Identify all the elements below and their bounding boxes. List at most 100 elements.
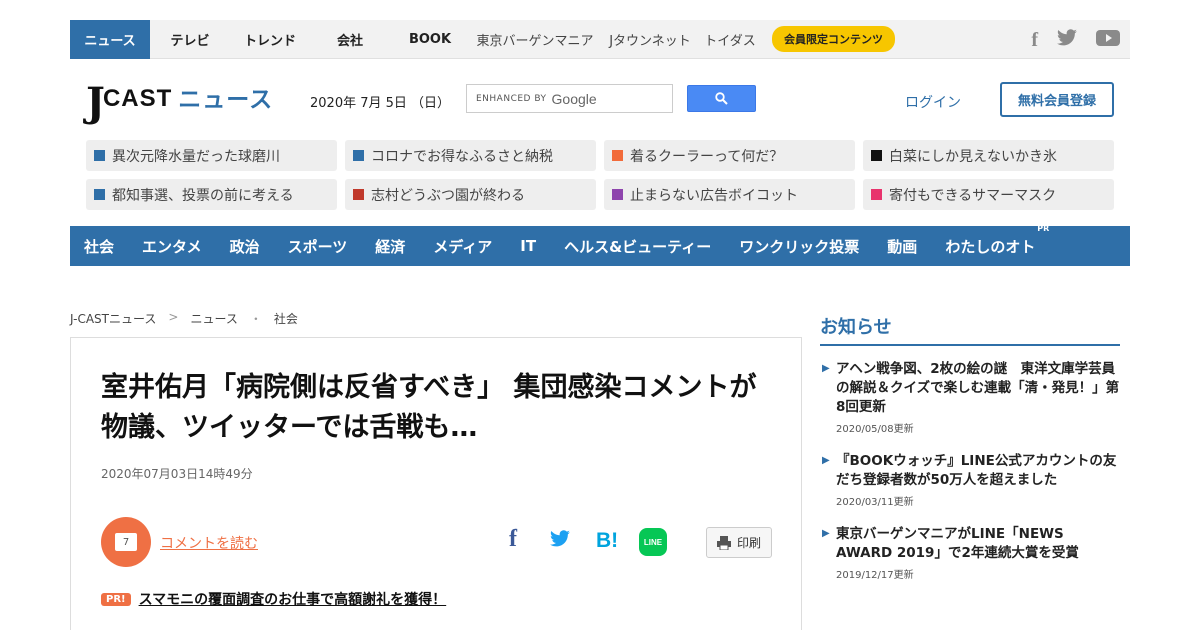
print-button[interactable]: 印刷 bbox=[706, 527, 772, 558]
nav-item-health[interactable]: ヘルス&ビューティー bbox=[564, 236, 711, 257]
nav-item-politics[interactable]: 政治 bbox=[230, 236, 260, 257]
topic-marker bbox=[353, 150, 364, 161]
topic-label: 異次元降水量だった球磨川 bbox=[112, 148, 280, 165]
topic-item[interactable]: 寄付もできるサマーマスク bbox=[863, 179, 1114, 210]
pr-superscript: PR bbox=[1037, 223, 1050, 233]
topic-marker bbox=[94, 189, 105, 200]
article-card: 室井佑月「病院側は反省すべき」 集団感染コメントが物議、ツイッターでは舌戦も… … bbox=[70, 337, 802, 630]
breadcrumb-separator: > bbox=[168, 310, 179, 324]
current-date: 2020年 7月 5日 （日） bbox=[310, 96, 451, 111]
breadcrumb-home[interactable]: J-CASTニュース bbox=[70, 310, 156, 327]
topic-item[interactable]: コロナでお得なふるさと納税 bbox=[345, 140, 596, 171]
top-tab-company[interactable]: 会社 bbox=[310, 20, 390, 59]
sidebar-news-item[interactable]: ▶ アヘン戦争図、2枚の絵の謎 東洋文庫学芸員の解説＆クイズで楽しむ連載「清・発… bbox=[820, 360, 1120, 435]
sidebar-news-text: 東京バーゲンマニアがLINE「NEWS AWARD 2019」で2年連続大賞を受… bbox=[836, 526, 1079, 561]
breadcrumb-news[interactable]: ニュース bbox=[190, 310, 237, 327]
triangle-right-icon: ▶ bbox=[822, 528, 830, 539]
youtube-icon[interactable] bbox=[1096, 29, 1120, 50]
nav-item-vote[interactable]: ワンクリック投票 bbox=[739, 236, 859, 257]
sidebar-news-date: 2020/05/08更新 bbox=[836, 424, 914, 435]
login-link[interactable]: ログイン bbox=[905, 92, 961, 112]
topic-label: 志村どうぶつ園が終わる bbox=[371, 187, 525, 204]
sidebar-news-date: 2019/12/17更新 bbox=[836, 570, 914, 581]
top-tab-trend[interactable]: トレンド bbox=[230, 20, 310, 59]
print-label: 印刷 bbox=[736, 536, 761, 550]
top-tab-news[interactable]: ニュース bbox=[70, 19, 150, 59]
site-logo[interactable]: J CAST ニュース bbox=[86, 80, 273, 123]
breadcrumb-society[interactable]: 社会 bbox=[274, 310, 298, 327]
topic-label: 止まらない広告ボイコット bbox=[630, 187, 798, 204]
breadcrumb-separator: ・ bbox=[249, 312, 262, 326]
search-icon bbox=[715, 92, 728, 105]
topic-label: コロナでお得なふるさと納税 bbox=[371, 148, 553, 165]
nav-item-entame[interactable]: エンタメ bbox=[142, 236, 202, 257]
sidebar-news-date: 2020/03/11更新 bbox=[836, 497, 914, 508]
article-title: 室井佑月「病院側は反省すべき」 集団感染コメントが物議、ツイッターでは舌戦も… bbox=[101, 372, 757, 443]
nav-item-sports[interactable]: スポーツ bbox=[288, 236, 348, 257]
top-tab-toidas[interactable]: トイダス bbox=[700, 20, 760, 59]
top-tab-bargain[interactable]: 東京バーゲンマニア bbox=[470, 20, 600, 59]
sidebar-title: お知らせ bbox=[820, 317, 892, 338]
pr-link[interactable]: スマモニの覆面調査のお仕事で高額謝礼を獲得！ bbox=[139, 589, 447, 609]
topic-marker bbox=[871, 150, 882, 161]
nav-item-watashino-oto[interactable]: わたしのオト PR bbox=[945, 224, 1049, 257]
pr-ad-row: PR! スマモニの覆面調査のお仕事で高額謝礼を獲得！ bbox=[101, 589, 446, 609]
topic-marker bbox=[353, 189, 364, 200]
printer-icon bbox=[716, 535, 731, 550]
comment-count: 7 bbox=[115, 533, 137, 551]
topic-item[interactable]: 志村どうぶつ園が終わる bbox=[345, 179, 596, 210]
topic-marker bbox=[612, 150, 623, 161]
sidebar-news-text: アヘン戦争図、2枚の絵の謎 東洋文庫学芸員の解説＆クイズで楽しむ連載「清・発見！… bbox=[836, 361, 1120, 415]
topic-grid: 異次元降水量だった球磨川 コロナでお得なふるさと納税 着るクーラーって何だ？ 白… bbox=[86, 140, 1114, 210]
facebook-share-icon[interactable]: f bbox=[509, 526, 517, 553]
topic-label: 寄付もできるサマーマスク bbox=[889, 187, 1057, 204]
comment-icon[interactable]: 7 bbox=[101, 517, 151, 567]
nav-item-label: わたしのオト bbox=[945, 237, 1036, 256]
topic-item[interactable]: 都知事選、投票の前に考える bbox=[86, 179, 337, 210]
top-tab-tv[interactable]: テレビ bbox=[150, 20, 230, 59]
topic-item[interactable]: 白菜にしか見えないかき氷 bbox=[863, 140, 1114, 171]
facebook-icon[interactable]: f bbox=[1031, 30, 1038, 50]
logo-news: ニュース bbox=[178, 87, 274, 113]
topic-item[interactable]: 異次元降水量だった球磨川 bbox=[86, 140, 337, 171]
article-date: 2020年07月03日14時49分 bbox=[101, 467, 253, 481]
read-comments-link[interactable]: コメントを読む bbox=[160, 533, 258, 553]
topic-marker bbox=[871, 189, 882, 200]
sidebar-news-text: 『BOOKウォッチ』LINE公式アカウントの友だち登録者数が50万人を超えました bbox=[836, 453, 1117, 488]
search-input[interactable]: ENHANCED BY Google bbox=[466, 84, 673, 113]
search-button[interactable] bbox=[687, 85, 756, 112]
nav-item-society[interactable]: 社会 bbox=[84, 236, 114, 257]
sidebar-news-item[interactable]: ▶ 東京バーゲンマニアがLINE「NEWS AWARD 2019」で2年連続大賞… bbox=[820, 525, 1120, 581]
line-share-icon[interactable]: LINE bbox=[639, 528, 667, 556]
pr-badge: PR! bbox=[101, 592, 131, 606]
topic-label: 着るクーラーって何だ？ bbox=[630, 148, 784, 165]
top-bar: ニュース テレビ トレンド 会社 BOOK 東京バーゲンマニア Jタウンネット … bbox=[70, 19, 1130, 59]
search-enhanced-label: ENHANCED BY bbox=[476, 93, 547, 104]
sidebar-news-item[interactable]: ▶ 『BOOKウォッチ』LINE公式アカウントの友だち登録者数が50万人を超えま… bbox=[820, 452, 1120, 508]
nav-item-media[interactable]: メディア bbox=[433, 236, 492, 257]
sidebar-divider bbox=[820, 344, 1120, 346]
top-tab-jtown[interactable]: Jタウンネット bbox=[600, 20, 700, 59]
register-button[interactable]: 無料会員登録 bbox=[1000, 82, 1114, 117]
category-nav: 社会 エンタメ 政治 スポーツ 経済 メディア IT ヘルス&ビューティー ワン… bbox=[70, 224, 1130, 266]
search-google-label: Google bbox=[551, 90, 597, 107]
breadcrumb: J-CASTニュース > ニュース ・ 社会 bbox=[70, 310, 298, 327]
logo-cast: CAST bbox=[102, 85, 173, 112]
nav-item-it[interactable]: IT bbox=[520, 237, 536, 255]
topic-marker bbox=[94, 150, 105, 161]
topic-item[interactable]: 着るクーラーって何だ？ bbox=[604, 140, 855, 171]
twitter-icon[interactable] bbox=[1056, 29, 1078, 50]
member-content-badge[interactable]: 会員限定コンテンツ bbox=[772, 26, 895, 52]
topic-label: 都知事選、投票の前に考える bbox=[112, 187, 294, 204]
triangle-right-icon: ▶ bbox=[822, 455, 830, 466]
top-tab-book[interactable]: BOOK bbox=[390, 20, 470, 59]
topic-label: 白菜にしか見えないかき氷 bbox=[889, 148, 1057, 165]
topic-item[interactable]: 止まらない広告ボイコット bbox=[604, 179, 855, 210]
triangle-right-icon: ▶ bbox=[822, 363, 830, 374]
sidebar-news-list: ▶ アヘン戦争図、2枚の絵の謎 東洋文庫学芸員の解説＆クイズで楽しむ連載「清・発… bbox=[820, 360, 1120, 598]
nav-item-economy[interactable]: 経済 bbox=[375, 236, 405, 257]
social-links: f bbox=[1031, 20, 1120, 59]
nav-item-video[interactable]: 動画 bbox=[887, 236, 917, 257]
hatena-bookmark-icon[interactable]: B! bbox=[596, 529, 618, 553]
twitter-share-icon[interactable] bbox=[549, 529, 571, 553]
